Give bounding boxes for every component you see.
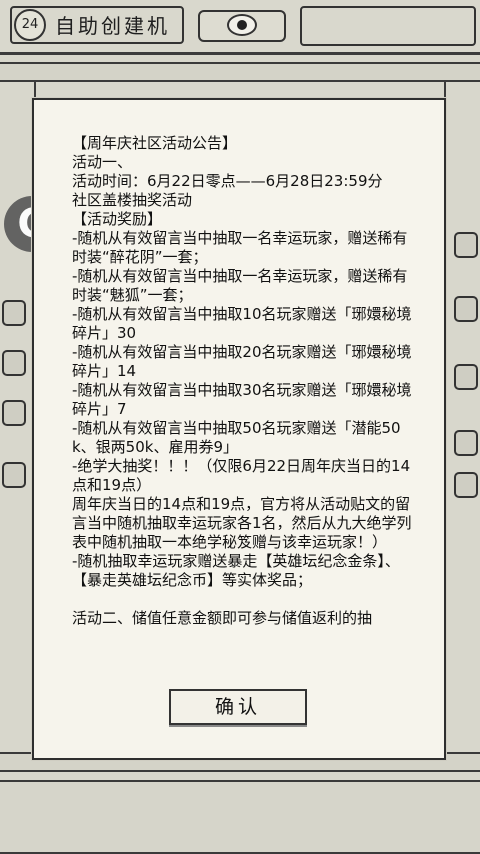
announcement-line: 社区盖楼抽奖活动 [72, 191, 193, 209]
right-knob [454, 472, 478, 498]
bottom-panel [0, 780, 480, 854]
right-knob [454, 296, 478, 322]
announcement-line: -随机抽取幸运玩家赠送暴走【英雄坛纪念金条】、【暴走英雄坛纪念币】等实体奖品； [72, 552, 400, 589]
left-knob [2, 300, 26, 326]
right-knob [454, 364, 478, 390]
top-right-panel [300, 6, 476, 46]
top-bar: 24 自助创建机 [0, 0, 480, 55]
announcement-line: -随机从有效留言当中抽取一名幸运玩家，赠送稀有时装“魅狐”一套； [72, 267, 408, 304]
top-rail [0, 62, 480, 82]
announcement-line: 【周年庆社区活动公告】 [72, 134, 238, 152]
announcement-line: 活动一、 [72, 153, 133, 171]
announcement-line: 【活动奖励】 [72, 210, 163, 228]
announcement-text[interactable]: 【周年庆社区活动公告】 活动一、 活动时间：6月22日零点——6月28日23:59分… [72, 134, 412, 654]
announcement-line: 周年庆当日的14点和19点，官方将从活动贴文的留言当中随机抽取幸运玩家各1名，然… [72, 495, 412, 551]
left-knob [2, 400, 26, 426]
announcement-dialog: 【周年庆社区活动公告】 活动一、 活动时间：6月22日零点——6月28日23:59分… [32, 98, 446, 760]
confirm-button[interactable]: 确认 [169, 689, 307, 725]
announcement-line [72, 590, 412, 609]
announcement-line: -随机从有效留言当中抽取一名幸运玩家，赠送稀有时装“醉花阴”一套； [72, 229, 408, 266]
announcement-line: -随机从有效留言当中抽取50名玩家赠送「潜能50k、银两50k、雇用券9」 [72, 419, 401, 456]
left-knob [2, 350, 26, 376]
left-knob [2, 462, 26, 488]
announcement-line: 活动时间：6月22日零点——6月28日23:59分 [72, 172, 383, 190]
eye-icon [227, 14, 257, 36]
announcement-line: -随机从有效留言当中抽取20名玩家赠送「琊嬛秘境碎片」14 [72, 343, 412, 380]
page-title: 自助创建机 [55, 14, 170, 38]
announcement-line: -随机从有效留言当中抽取10名玩家赠送「琊嬛秘境碎片」30 [72, 305, 412, 342]
right-post [444, 80, 480, 760]
level-badge: 24 [14, 9, 46, 41]
right-knob [454, 232, 478, 258]
announcement-line: 活动二、储值任意金额即可参与储值返利的抽 [72, 609, 373, 627]
announcement-line: -绝学大抽奖！！！（仅限6月22日周年庆当日的14点和19点） [72, 457, 411, 494]
right-knob [454, 430, 478, 456]
announcement-line: -随机从有效留言当中抽取30名玩家赠送「琊嬛秘境碎片」7 [72, 381, 412, 418]
